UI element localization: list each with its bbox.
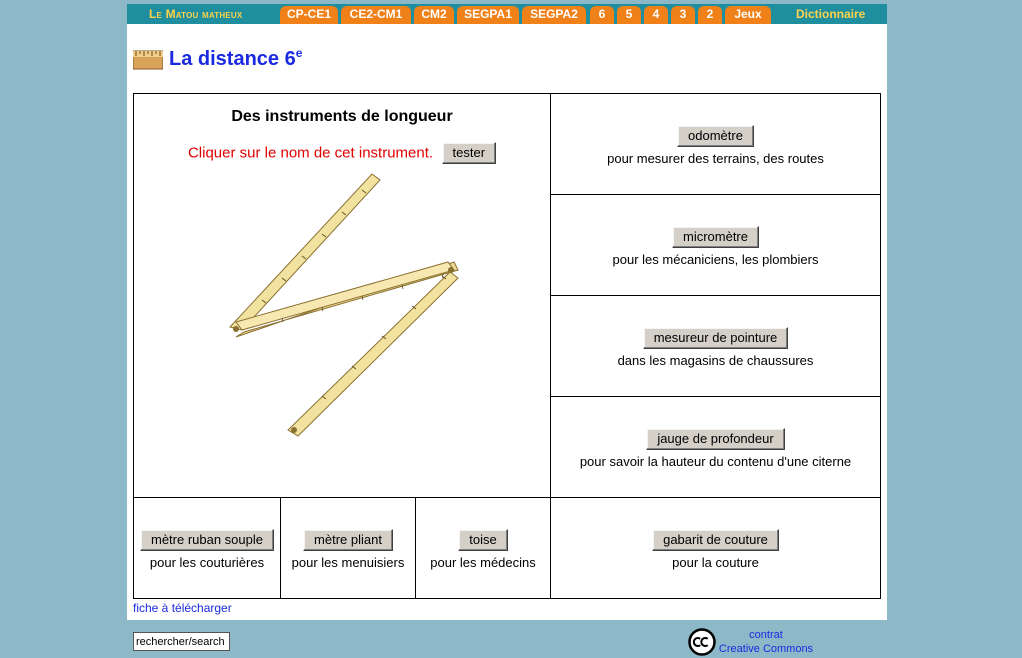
instrument-cell-toise: toise pour les médecins [415,497,551,599]
creative-commons-link[interactable]: contrat Creative Commons [716,628,816,656]
download-worksheet-link[interactable]: fiche à télécharger [133,601,232,615]
micrometre-button[interactable]: micromètre [671,226,759,248]
tab-segpa2[interactable]: SEGPA2 [522,6,586,24]
instrument-cell-pliant: mètre pliant pour les menuisiers [280,497,416,599]
instrument-cell-mesureur: mesureur de pointure dans les magasins d… [550,295,881,397]
gabarit-couture-description: pour la couture [672,555,759,570]
ruler-logo-icon [133,50,163,70]
micrometre-description: pour les mécaniciens, les plombiers [612,252,819,267]
exercise-prompt: Cliquer sur le nom de cet instrument. [187,144,434,162]
instrument-cell-jauge: jauge de profondeur pour savoir la haute… [550,396,881,498]
tab-cm2[interactable]: CM2 [414,6,454,24]
dictionary-link[interactable]: Dictionnaire [796,7,865,21]
folding-ruler-image [229,173,459,437]
page-title-text: La distance 6 [169,48,296,70]
cc-link-line2[interactable]: Creative Commons [716,642,816,656]
exercise-panel: Des instruments de longueur Cliquer sur … [133,93,551,498]
metre-ruban-button[interactable]: mètre ruban souple [139,529,274,551]
tab-6[interactable]: 6 [590,6,614,24]
tab-2[interactable]: 2 [698,6,722,24]
instrument-cell-ruban: mètre ruban souple pour les couturières [133,497,281,599]
mesureur-pointure-button[interactable]: mesureur de pointure [642,327,789,349]
metre-ruban-description: pour les couturières [149,555,265,570]
jauge-profondeur-description: pour savoir la hauteur du contenu d'une … [579,454,852,469]
instrument-cell-micrometre: micromètre pour les mécaniciens, les plo… [550,194,881,296]
instrument-cell-gabarit: gabarit de couture pour la couture [550,497,881,599]
exercise-heading: Des instruments de longueur [231,108,453,125]
metre-pliant-button[interactable]: mètre pliant [303,529,393,551]
tab-cp-ce1[interactable]: CP-CE1 [280,6,338,24]
page-title-superscript: e [295,46,303,60]
exercise-prompt-row: Cliquer sur le nom de cet instrument. te… [134,142,550,164]
tab-4[interactable]: 4 [644,6,668,24]
search-input[interactable] [133,632,230,651]
tab-3[interactable]: 3 [671,6,695,24]
metre-pliant-description: pour les menuisiers [291,555,405,570]
main-content: La distance 6e Des instruments de longue… [127,24,887,620]
odometre-button[interactable]: odomètre [677,125,754,147]
toise-button[interactable]: toise [458,529,508,551]
instrument-cell-odometre: odomètre pour mesurer des terrains, des … [550,93,881,195]
toise-description: pour les médecins [430,555,536,570]
odometre-description: pour mesurer des terrains, des routes [607,151,824,166]
tab-5[interactable]: 5 [617,6,641,24]
top-navigation: Le Matou matheux CP-CE1 CE2-CM1 CM2 SEGP… [127,4,887,24]
jauge-profondeur-button[interactable]: jauge de profondeur [646,428,785,450]
test-button[interactable]: tester [441,142,497,164]
mesureur-pointure-description: dans les magasins de chaussures [617,353,814,368]
site-brand-link[interactable]: Le Matou matheux [149,7,242,21]
tab-segpa1[interactable]: SEGPA1 [457,6,519,24]
gabarit-couture-button[interactable]: gabarit de couture [652,529,779,551]
creative-commons-icon[interactable] [688,628,716,656]
page-title: La distance 6e [169,46,303,71]
cc-link-line1[interactable]: contrat [716,628,816,642]
tab-ce2-cm1[interactable]: CE2-CM1 [341,6,411,24]
tab-jeux[interactable]: Jeux [725,6,771,24]
